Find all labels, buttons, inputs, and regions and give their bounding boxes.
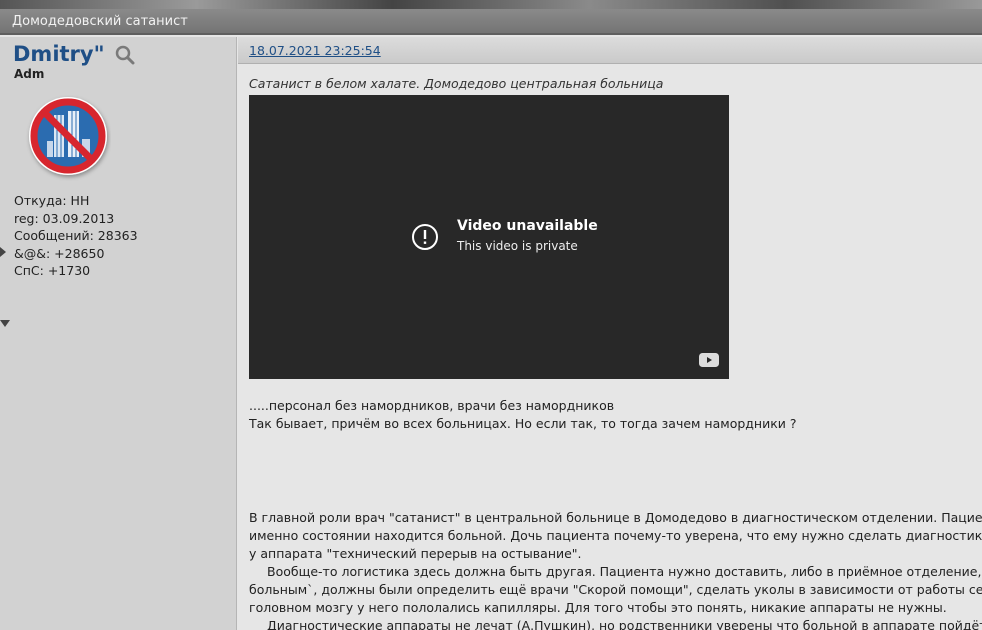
youtube-icon[interactable]	[699, 353, 719, 367]
edge-arrow-icon	[0, 320, 10, 327]
search-icon[interactable]	[115, 45, 135, 65]
video-embed[interactable]: Video unavailable This video is private	[249, 95, 729, 379]
stat-thanks: СпС: +1730	[14, 263, 91, 278]
stat-reputation: &@&: +28650	[14, 245, 105, 261]
post-content: Сатанист в белом халате. Домодедово цент…	[249, 75, 982, 630]
post-text-line: больным`, должны были определить ещё вра…	[249, 582, 982, 597]
video-caption: Сатанист в белом халате. Домодедово цент…	[249, 76, 664, 91]
alert-icon	[412, 224, 438, 250]
post-text-line: В главной роли врач "сатанист" в централ…	[249, 510, 982, 525]
post-text-line: головном мозгу у него пололались капилля…	[249, 600, 947, 615]
author-role: Adm	[14, 67, 45, 81]
avatar	[29, 97, 107, 175]
post-text-line: Вообще-то логистика здесь должна быть др…	[267, 564, 982, 579]
top-decor-strip	[0, 0, 982, 9]
author-sidebar: Dmitry" Adm Откуда: НН reg: 03.09.2013 С…	[0, 37, 237, 630]
edge-arrow-icon	[0, 247, 6, 257]
video-private-note: This video is private	[457, 239, 578, 253]
post-text-line: Диагностические аппараты не лечат (А.Пуш…	[267, 618, 982, 630]
stat-location: Откуда: НН	[14, 193, 90, 208]
stat-messages: Сообщений: 28363	[14, 228, 138, 243]
author-name[interactable]: Dmitry"	[13, 42, 105, 66]
thread-title-bar: Домодедовский сатанист	[0, 9, 982, 35]
post-text-line: именно состоянии находится больной. Дочь…	[249, 528, 982, 543]
post-text-line: у аппарата "технический перерыв на остыв…	[249, 546, 582, 561]
post-date-link[interactable]: 18.07.2021 23:25:54	[249, 43, 381, 58]
author-stats: Откуда: НН reg: 03.09.2013 Сообщений: 28…	[14, 192, 138, 280]
post-text-line: Так бывает, причём во всех больницах. Но…	[249, 416, 797, 431]
video-unavailable-title: Video unavailable	[457, 218, 598, 234]
thread-title: Домодедовский сатанист	[12, 14, 188, 29]
post-main: 18.07.2021 23:25:54 Сатанист в белом хал…	[238, 37, 982, 630]
post-header: 18.07.2021 23:25:54	[238, 37, 982, 64]
stat-registered: reg: 03.09.2013	[14, 210, 115, 226]
post-text-line: .....персонал без намордников, врачи без…	[249, 398, 615, 413]
